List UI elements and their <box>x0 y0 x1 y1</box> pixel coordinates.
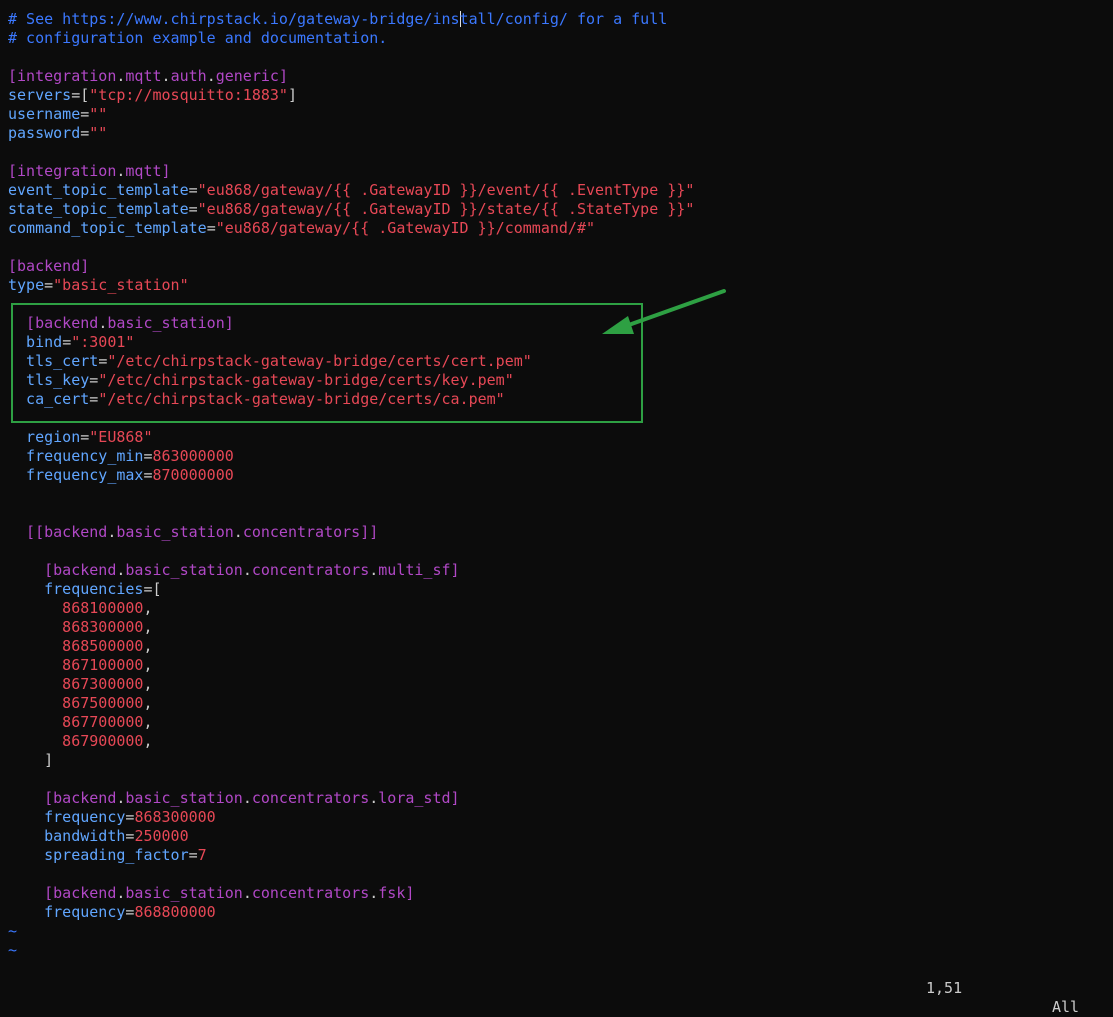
vim-status-line: 1,51 All <box>0 960 1113 1016</box>
scroll-position: All <box>1052 998 1080 1016</box>
annotation-arrow-icon <box>602 289 726 334</box>
cursor-position: 1,51 <box>926 979 963 997</box>
